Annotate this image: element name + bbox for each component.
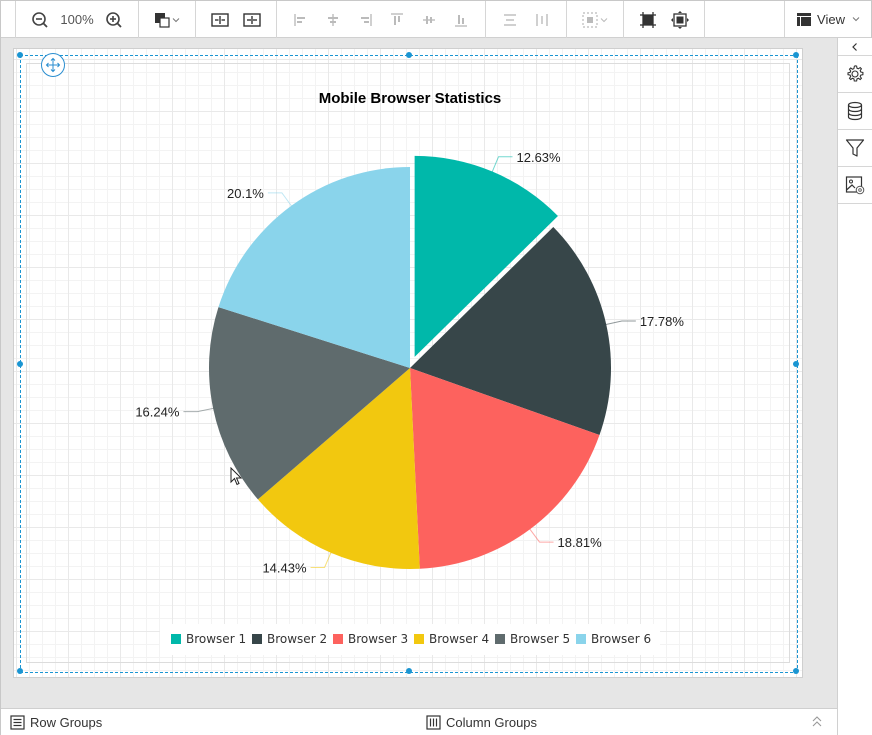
chevron-down-icon bbox=[600, 17, 608, 22]
move-handle[interactable] bbox=[41, 53, 65, 77]
fill-color-icon bbox=[155, 12, 170, 28]
fit-width-icon bbox=[211, 12, 229, 27]
distribute-vertical-button[interactable] bbox=[526, 5, 558, 35]
zoom-in-button[interactable] bbox=[98, 5, 130, 35]
mouse-cursor-icon bbox=[230, 467, 243, 486]
size-to-grid-icon bbox=[640, 11, 656, 28]
collapse-panel-icon bbox=[852, 42, 857, 51]
fill-group bbox=[139, 1, 196, 38]
align-bottom-icon bbox=[455, 14, 467, 27]
column-groups-button[interactable]: Column Groups bbox=[426, 715, 537, 730]
zoom-group: 100% bbox=[16, 1, 139, 38]
align-top-icon bbox=[391, 12, 403, 25]
distribute-horizontal-button[interactable] bbox=[494, 5, 526, 35]
group-tools bbox=[567, 1, 624, 38]
zoom-out-icon bbox=[32, 11, 48, 28]
distribute-horizontal-icon bbox=[504, 13, 516, 26]
collapse-panel-button[interactable] bbox=[838, 38, 872, 56]
align-bottom-button[interactable] bbox=[445, 5, 477, 35]
design-canvas: Mobile Browser Statistics 12.63% 17.78% 18.… bbox=[1, 38, 837, 708]
align-left-icon bbox=[294, 13, 305, 26]
resize-handle-top-right[interactable] bbox=[793, 52, 799, 58]
properties-button[interactable] bbox=[838, 56, 872, 93]
row-groups-icon bbox=[10, 715, 25, 730]
view-dropdown[interactable]: View bbox=[785, 1, 871, 37]
data-source-icon bbox=[847, 101, 863, 121]
chevron-down-icon bbox=[172, 17, 180, 22]
filter-icon bbox=[845, 139, 865, 157]
size-to-content-icon bbox=[671, 10, 689, 29]
chevron-down-icon bbox=[852, 17, 860, 22]
right-panel bbox=[837, 38, 872, 735]
filter-button[interactable] bbox=[838, 130, 872, 167]
zoom-level[interactable]: 100% bbox=[56, 12, 98, 27]
align-middle-icon bbox=[423, 15, 435, 24]
resize-handle-bottom[interactable] bbox=[406, 668, 412, 674]
fit-height-button[interactable] bbox=[236, 5, 268, 35]
toolbar: 100% View bbox=[1, 1, 871, 38]
image-settings-icon bbox=[845, 176, 865, 195]
view-label: View bbox=[817, 11, 845, 27]
double-chevron-up-icon bbox=[812, 716, 822, 727]
data-source-button[interactable] bbox=[838, 93, 872, 130]
row-groups-button[interactable]: Row Groups bbox=[10, 715, 102, 730]
align-group bbox=[277, 1, 486, 38]
size-to-grid-button[interactable] bbox=[632, 5, 664, 35]
size-to-content-button[interactable] bbox=[664, 5, 696, 35]
align-center-icon bbox=[328, 13, 338, 26]
report-body[interactable]: Mobile Browser Statistics 12.63% 17.78% 18.… bbox=[13, 48, 803, 678]
row-groups-label: Row Groups bbox=[30, 715, 103, 730]
resize-handle-top-left[interactable] bbox=[17, 52, 23, 58]
fit-group bbox=[196, 1, 277, 38]
resize-handle-bottom-right[interactable] bbox=[793, 668, 799, 674]
align-right-button[interactable] bbox=[349, 5, 381, 35]
group-icon bbox=[582, 11, 598, 28]
align-middle-button[interactable] bbox=[413, 5, 445, 35]
size-group bbox=[624, 1, 705, 38]
distribute-vertical-icon bbox=[536, 13, 548, 26]
fit-width-button[interactable] bbox=[204, 5, 236, 35]
column-groups-label: Column Groups bbox=[446, 715, 538, 730]
resize-handle-bottom-left[interactable] bbox=[17, 668, 23, 674]
resize-handle-right[interactable] bbox=[793, 361, 799, 367]
fill-color-dropdown[interactable] bbox=[147, 5, 187, 35]
align-top-button[interactable] bbox=[381, 5, 413, 35]
image-settings-button[interactable] bbox=[838, 167, 872, 204]
resize-handle-left[interactable] bbox=[17, 361, 23, 367]
fit-height-icon bbox=[243, 12, 261, 27]
align-left-button[interactable] bbox=[285, 5, 317, 35]
zoom-out-button[interactable] bbox=[24, 5, 56, 35]
chart-selection bbox=[17, 52, 799, 674]
align-right-icon bbox=[361, 13, 372, 26]
groups-panel: Row Groups Column Groups bbox=[1, 708, 837, 735]
distribute-group bbox=[486, 1, 567, 38]
view-layout-icon bbox=[797, 12, 812, 26]
zoom-in-icon bbox=[106, 11, 122, 28]
group-dropdown[interactable] bbox=[575, 5, 615, 35]
align-center-button[interactable] bbox=[317, 5, 349, 35]
column-groups-icon bbox=[426, 715, 441, 730]
move-arrows-icon bbox=[45, 57, 61, 73]
expand-groups-button[interactable] bbox=[811, 715, 823, 732]
resize-handle-top[interactable] bbox=[406, 52, 412, 58]
report-designer: 100% View Mobile Browser Statistics 12.6… bbox=[0, 0, 872, 735]
properties-gear-icon bbox=[847, 65, 864, 82]
